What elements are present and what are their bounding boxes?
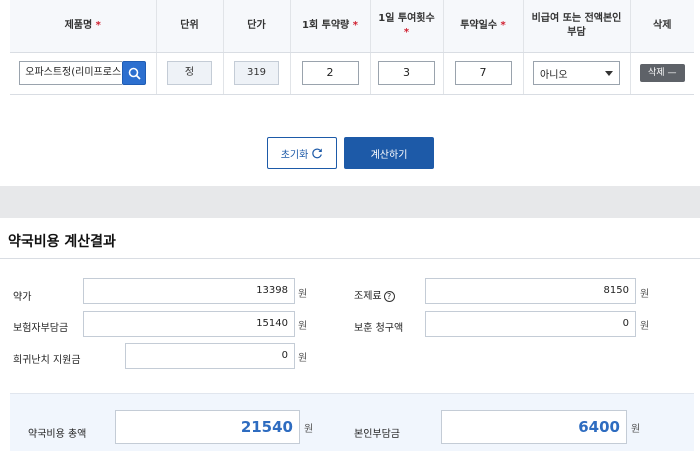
price-field: 319 <box>234 61 279 85</box>
veterans-claim-unit: 원 <box>640 321 650 332</box>
product-input[interactable]: 오파스트정(리미프로스 <box>19 61 123 85</box>
veterans-claim-label: 보훈 청구액 <box>354 323 404 334</box>
search-button[interactable] <box>122 61 147 85</box>
calculate-button[interactable]: 계산하기 <box>344 137 434 169</box>
dropdown-arrow-icon <box>605 70 613 76</box>
prescription-table: 제품명 * 단위 단가 1회 투약량 * 1일 투여횟수 * 투약일수 * 비급여… <box>10 0 694 95</box>
header-days: 투약일수 * <box>443 0 524 53</box>
result-title: 약국비용 계산결과 <box>8 234 116 250</box>
patient-share-label: 본인부담금 <box>354 429 400 440</box>
header-frequency: 1일 투여횟수 * <box>370 0 444 53</box>
patient-share-value: 6400 <box>441 410 627 444</box>
insurer-share-value: 15140 <box>83 311 295 337</box>
divider <box>0 258 700 259</box>
rare-support-label: 희귀난치 지원금 <box>13 355 81 366</box>
total-cost-value: 21540 <box>115 410 300 444</box>
veterans-claim-value: 0 <box>425 311 636 337</box>
reset-label: 초기화 <box>280 149 309 161</box>
frequency-input[interactable]: 3 <box>378 61 435 85</box>
days-input[interactable]: 7 <box>454 61 512 85</box>
prescription-entry-panel: 제품명 * 단위 단가 1회 투약량 * 1일 투여횟수 * 투약일수 * 비급여… <box>0 0 700 186</box>
nonpay-selected-value: 아니오 <box>540 69 568 81</box>
insurer-share-label: 보험자부담금 <box>13 323 69 334</box>
refresh-icon <box>312 148 323 159</box>
search-icon <box>128 67 141 80</box>
table-row: 오파스트정(리미프로스 정 319 2 3 7 아니오 삭제 — <box>10 52 694 95</box>
insurer-share-unit: 원 <box>298 321 308 332</box>
drug-cost-unit: 원 <box>298 289 308 300</box>
dispensing-fee-label: 조제료 <box>354 291 382 302</box>
rare-support-unit: 원 <box>298 353 308 364</box>
dispensing-fee-unit: 원 <box>640 289 650 300</box>
patient-share-unit: 원 <box>631 424 641 435</box>
header-unit: 단위 <box>156 0 224 53</box>
unit-field: 정 <box>167 61 212 85</box>
reset-button[interactable]: 초기화 <box>267 137 337 169</box>
total-cost-label: 약국비용 총액 <box>28 429 87 440</box>
drug-cost-value: 13398 <box>83 278 295 304</box>
rare-support-value: 0 <box>125 343 295 369</box>
help-icon[interactable]: ? <box>383 291 395 302</box>
header-delete: 삭제 <box>630 0 694 53</box>
nonpay-select[interactable]: 아니오 <box>533 61 620 85</box>
header-product: 제품명 * <box>10 0 157 53</box>
header-price: 단가 <box>223 0 291 53</box>
table-header-row: 제품명 * 단위 단가 1회 투약량 * 1일 투여횟수 * 투약일수 * 비급여… <box>10 0 694 53</box>
drug-cost-label: 약가 <box>13 292 32 303</box>
dispensing-fee-value: 8150 <box>425 278 636 304</box>
total-cost-unit: 원 <box>304 424 314 435</box>
dose-input[interactable]: 2 <box>301 61 359 85</box>
delete-row-button[interactable]: 삭제 — <box>639 64 685 82</box>
header-dose: 1회 투약량 * <box>290 0 371 53</box>
dispensing-fee-label-group: 조제료? <box>354 287 395 302</box>
header-nonpay: 비급여 또는 전액본인부담 <box>523 0 631 53</box>
product-search-group: 오파스트정(리미프로스 <box>19 61 147 85</box>
